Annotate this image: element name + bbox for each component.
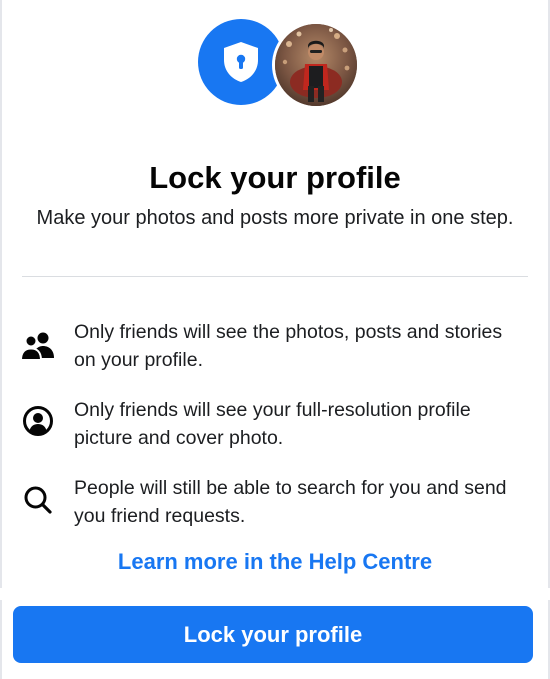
search-icon <box>20 482 56 518</box>
lock-profile-button-label: Lock your profile <box>183 621 363 647</box>
separator-gap <box>0 588 550 600</box>
lock-profile-button[interactable]: Lock your profile <box>13 606 533 663</box>
hero-graphic <box>0 19 550 109</box>
friends-icon <box>20 328 56 364</box>
shield-keyhole-icon <box>224 42 258 82</box>
help-centre-link[interactable]: Learn more in the Help Centre <box>0 549 550 575</box>
page-subtitle: Make your photos and posts more private … <box>36 207 514 229</box>
profile-photo <box>275 24 357 106</box>
profile-circle-icon <box>20 403 56 439</box>
feature-text: Only friends will see the photos, posts … <box>74 321 503 371</box>
avatar <box>272 21 360 109</box>
feature-text: People will still be able to search for … <box>74 477 507 527</box>
feature-text: Only friends will see your full-resoluti… <box>74 399 471 449</box>
divider <box>22 276 528 277</box>
page-title: Lock your profile <box>149 160 401 195</box>
